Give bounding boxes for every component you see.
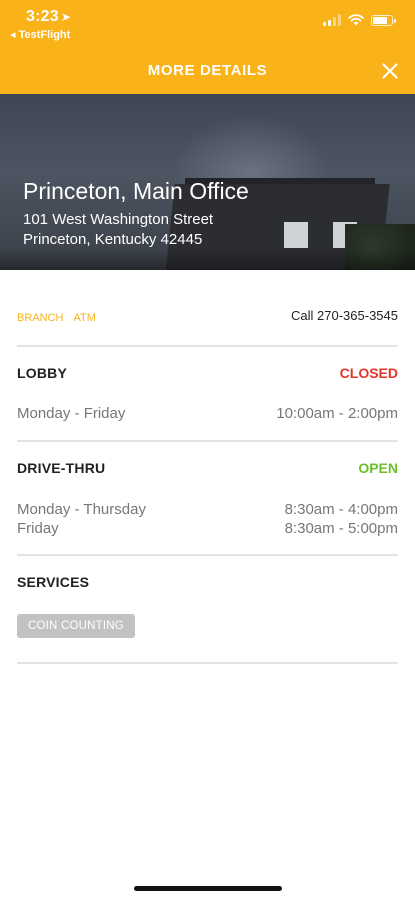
- services-title: SERVICES: [17, 574, 90, 590]
- drive-thru-hours-row: Friday 8:30am - 5:00pm: [17, 520, 398, 540]
- drive-thru-hours-row: Monday - Thursday 8:30am - 4:00pm: [17, 501, 398, 521]
- divider: [17, 554, 398, 556]
- signal-icon: [323, 14, 341, 26]
- services-list: COIN COUNTING: [17, 614, 398, 642]
- location-type-row: BRANCH ATM Call 270-365-3545: [17, 308, 398, 326]
- back-to-testflight-link[interactable]: ◂ TestFlight: [10, 28, 70, 41]
- drive-thru-status-badge: OPEN: [358, 460, 398, 476]
- divider: [17, 440, 398, 442]
- top-bar: 3:23 ➤ ◂ TestFlight MORE DETAILS: [0, 0, 415, 94]
- location-name: Princeton, Main Office: [23, 178, 249, 204]
- drive-thru-title: DRIVE-THRU: [17, 460, 106, 476]
- drive-thru-header: DRIVE-THRU OPEN: [17, 460, 398, 478]
- location-photo: Princeton, Main Office 101 West Washingt…: [0, 94, 415, 270]
- battery-icon: [371, 14, 396, 26]
- call-link[interactable]: Call 270-365-3545: [291, 308, 398, 323]
- divider: [17, 345, 398, 347]
- branch-tag[interactable]: BRANCH: [17, 312, 63, 324]
- lobby-status-badge: CLOSED: [339, 365, 398, 381]
- lobby-title: LOBBY: [17, 365, 67, 381]
- divider: [17, 662, 398, 664]
- lobby-hours-row: Monday - Friday 10:00am - 2:00pm: [17, 405, 398, 425]
- status-icons: [323, 13, 396, 27]
- lobby-header: LOBBY CLOSED: [17, 365, 398, 383]
- services-header: SERVICES: [17, 574, 398, 592]
- address-line-1: 101 West Washington Street: [23, 211, 214, 228]
- drive-thru-time: 8:30am - 5:00pm: [284, 520, 398, 537]
- status-time-text: 3:23: [26, 8, 59, 25]
- building-window: [284, 222, 308, 248]
- atm-tag[interactable]: ATM: [73, 312, 95, 324]
- lobby-time: 10:00am - 2:00pm: [276, 405, 398, 422]
- status-time: 3:23 ➤: [26, 8, 71, 26]
- service-pill-coin-counting: COIN COUNTING: [17, 614, 135, 638]
- location-arrow-icon: ➤: [60, 10, 72, 24]
- home-indicator[interactable]: [134, 886, 282, 891]
- close-button[interactable]: [377, 58, 403, 84]
- page-title: MORE DETAILS: [147, 62, 268, 79]
- ground-shade: [0, 248, 415, 270]
- drive-thru-time: 8:30am - 4:00pm: [284, 501, 398, 518]
- wifi-icon: [348, 14, 364, 26]
- address-line-2: Princeton, Kentucky 42445: [23, 231, 203, 248]
- close-icon: [382, 63, 398, 79]
